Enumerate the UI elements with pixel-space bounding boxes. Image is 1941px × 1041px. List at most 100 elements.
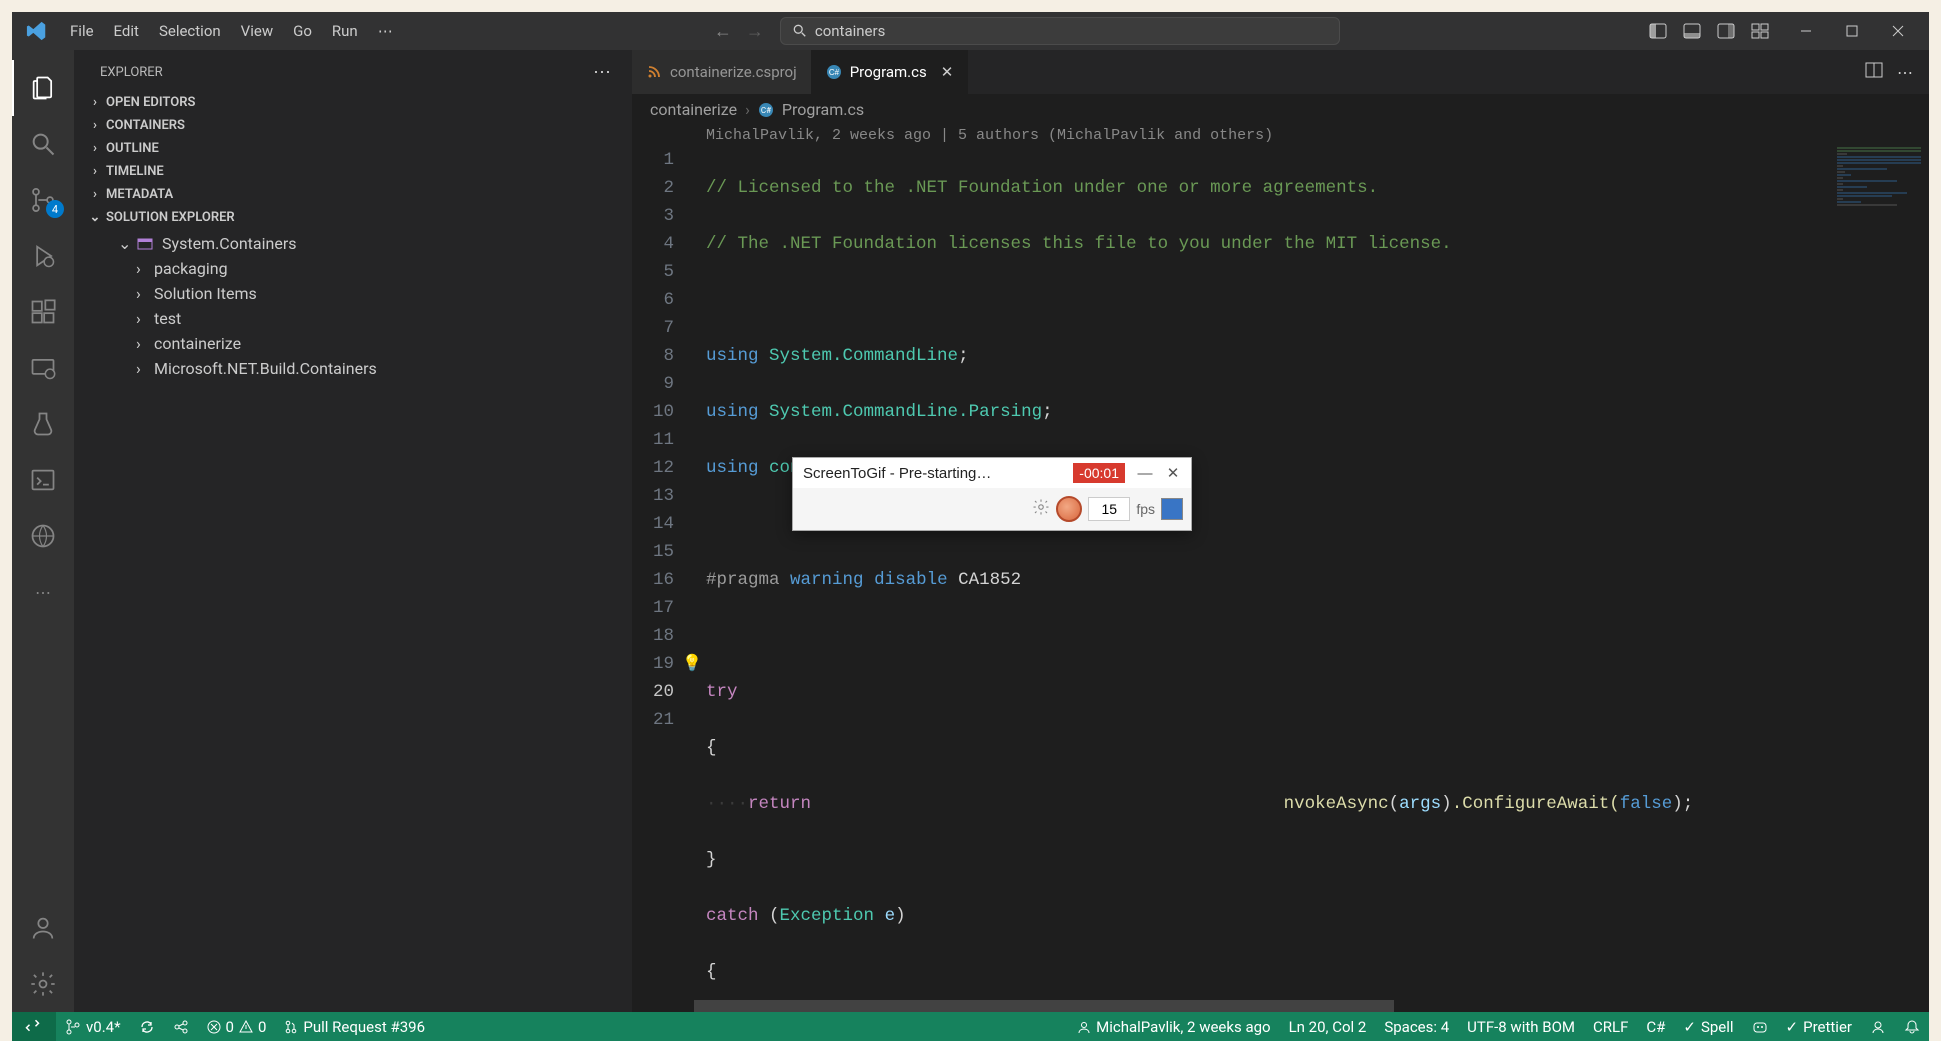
status-spell[interactable]: ✓ Spell: [1674, 1018, 1742, 1036]
activity-testing-icon[interactable]: [12, 396, 74, 452]
tree-item-containerize[interactable]: ›containerize: [74, 331, 632, 356]
status-pull-request[interactable]: Pull Request #396: [275, 1012, 434, 1041]
tabs-bar: containerize.csproj C# Program.cs ✕ ⋯: [632, 50, 1929, 94]
status-language[interactable]: C#: [1637, 1018, 1674, 1036]
screentogif-window[interactable]: ScreenToGif - Pre-starting… -00:01 — ✕ f…: [792, 457, 1192, 531]
menu-run[interactable]: Run: [322, 18, 368, 44]
code-content[interactable]: // Licensed to the .NET Foundation under…: [706, 146, 1819, 1012]
status-feedback-icon[interactable]: [1861, 1019, 1895, 1035]
vscode-icon: [26, 20, 48, 42]
svg-text:C#: C#: [829, 68, 840, 77]
status-copilot-icon[interactable]: [1743, 1019, 1777, 1035]
tree-item-test[interactable]: ›test: [74, 306, 632, 331]
status-blame[interactable]: MichalPavlik, 2 weeks ago: [1068, 1018, 1279, 1036]
sidebar-more-icon[interactable]: ⋯: [593, 62, 612, 83]
stg-fps-label: fps: [1136, 501, 1155, 517]
menu-view[interactable]: View: [231, 18, 283, 44]
bc-folder[interactable]: containerize: [650, 100, 737, 119]
tree-item-ms-containers[interactable]: ›Microsoft.NET.Build.Containers: [74, 356, 632, 381]
minimize-icon[interactable]: [1783, 12, 1829, 50]
activity-bar: 4 ⋯: [12, 50, 74, 1012]
search-text: containers: [815, 22, 885, 40]
stg-color-box[interactable]: [1161, 498, 1183, 520]
solution-icon: [136, 235, 154, 253]
stg-title: ScreenToGif - Pre-starting…: [803, 465, 1073, 482]
sidebar-explorer: EXPLORER ⋯ ›OPEN EDITORS ›CONTAINERS ›OU…: [74, 50, 632, 1012]
activity-extensions-icon[interactable]: [12, 284, 74, 340]
stg-close-icon[interactable]: ✕: [1159, 464, 1187, 482]
activity-run-debug-icon[interactable]: [12, 228, 74, 284]
section-containers[interactable]: ›CONTAINERS: [74, 114, 632, 137]
nav-back-icon[interactable]: ←: [714, 21, 732, 42]
toggle-panel-icon[interactable]: [1679, 20, 1705, 42]
lightbulb-icon[interactable]: 💡: [682, 650, 702, 678]
tree-item-packaging[interactable]: ›packaging: [74, 256, 632, 281]
toggle-primary-sidebar-icon[interactable]: [1645, 20, 1671, 42]
tab-program-cs[interactable]: C# Program.cs ✕: [812, 50, 969, 94]
activity-search-icon[interactable]: [12, 116, 74, 172]
status-sync[interactable]: [130, 1012, 164, 1041]
editor-group: containerize.csproj C# Program.cs ✕ ⋯ co…: [632, 50, 1929, 1012]
status-live-share[interactable]: [164, 1012, 198, 1041]
activity-scm-icon[interactable]: 4: [12, 172, 74, 228]
solution-tree: ⌄ System.Containers ›packaging ›Solution…: [74, 229, 632, 387]
section-open-editors[interactable]: ›OPEN EDITORS: [74, 91, 632, 114]
stg-timer: -00:01: [1073, 463, 1125, 483]
activity-live-share-icon[interactable]: [12, 508, 74, 564]
section-solution-explorer[interactable]: ⌄SOLUTION EXPLORER: [74, 206, 632, 229]
rss-icon: [646, 64, 662, 80]
activity-terminal-icon[interactable]: [12, 452, 74, 508]
close-tab-icon[interactable]: ✕: [941, 63, 954, 81]
close-window-icon[interactable]: [1875, 12, 1921, 50]
activity-explorer-icon[interactable]: [12, 60, 74, 116]
csharp-icon: C#: [826, 64, 842, 80]
stg-record-button[interactable]: [1056, 496, 1082, 522]
window-controls: [1783, 12, 1921, 50]
menu-selection[interactable]: Selection: [149, 18, 231, 44]
menu-go[interactable]: Go: [283, 18, 322, 44]
title-bar: File Edit Selection View Go Run ⋯ ← → co…: [12, 12, 1929, 50]
activity-remote-icon[interactable]: [12, 340, 74, 396]
activity-account-icon[interactable]: [12, 900, 74, 956]
stg-fps-input[interactable]: [1088, 497, 1130, 521]
status-problems[interactable]: 0 0: [198, 1012, 276, 1041]
status-branch[interactable]: v0.4*: [56, 1012, 130, 1041]
section-timeline[interactable]: ›TIMELINE: [74, 160, 632, 183]
status-encoding[interactable]: UTF-8 with BOM: [1458, 1018, 1584, 1036]
tree-item-solution-items[interactable]: ›Solution Items: [74, 281, 632, 306]
menu-more[interactable]: ⋯: [368, 18, 403, 44]
section-metadata[interactable]: ›METADATA: [74, 183, 632, 206]
activity-more-icon[interactable]: ⋯: [12, 564, 74, 620]
stg-minimize-icon[interactable]: —: [1131, 465, 1159, 482]
status-spaces[interactable]: Spaces: 4: [1375, 1018, 1458, 1036]
status-cursor-pos[interactable]: Ln 20, Col 2: [1280, 1018, 1376, 1036]
nav-forward-icon[interactable]: →: [746, 21, 764, 42]
customize-layout-icon[interactable]: [1747, 20, 1773, 42]
activity-settings-icon[interactable]: [12, 956, 74, 1012]
menu-file[interactable]: File: [60, 18, 104, 44]
solution-root[interactable]: ⌄ System.Containers: [74, 231, 632, 256]
editor-text[interactable]: 12345 678910 1112131415 161718192021 💡 /…: [632, 146, 1929, 1012]
status-prettier[interactable]: ✓ Prettier: [1777, 1018, 1861, 1036]
breadcrumbs[interactable]: containerize › C# Program.cs: [632, 94, 1929, 125]
split-editor-icon[interactable]: [1865, 62, 1883, 82]
sidebar-title: EXPLORER: [100, 65, 163, 80]
status-bar: v0.4* 0 0 Pull Request #396 MichalPavlik…: [12, 1012, 1929, 1041]
remote-indicator[interactable]: [12, 1012, 56, 1041]
tab-csproj[interactable]: containerize.csproj: [632, 50, 812, 94]
command-center-search[interactable]: containers: [780, 17, 1340, 45]
status-eol[interactable]: CRLF: [1584, 1018, 1637, 1036]
editor-more-icon[interactable]: ⋯: [1897, 63, 1913, 82]
menu-edit[interactable]: Edit: [104, 18, 149, 44]
section-outline[interactable]: ›OUTLINE: [74, 137, 632, 160]
bc-file[interactable]: Program.cs: [782, 100, 864, 119]
minimap[interactable]: [1829, 146, 1929, 1012]
line-numbers: 12345 678910 1112131415 161718192021: [632, 146, 694, 734]
maximize-icon[interactable]: [1829, 12, 1875, 50]
stg-settings-icon[interactable]: [1032, 498, 1050, 520]
status-bell-icon[interactable]: [1895, 1019, 1929, 1035]
editor-horizontal-scrollbar[interactable]: [632, 1000, 1929, 1012]
scm-badge: 4: [46, 200, 64, 218]
toggle-secondary-sidebar-icon[interactable]: [1713, 20, 1739, 42]
codelens-authors[interactable]: MichalPavlik, 2 weeks ago | 5 authors (M…: [632, 125, 1929, 146]
